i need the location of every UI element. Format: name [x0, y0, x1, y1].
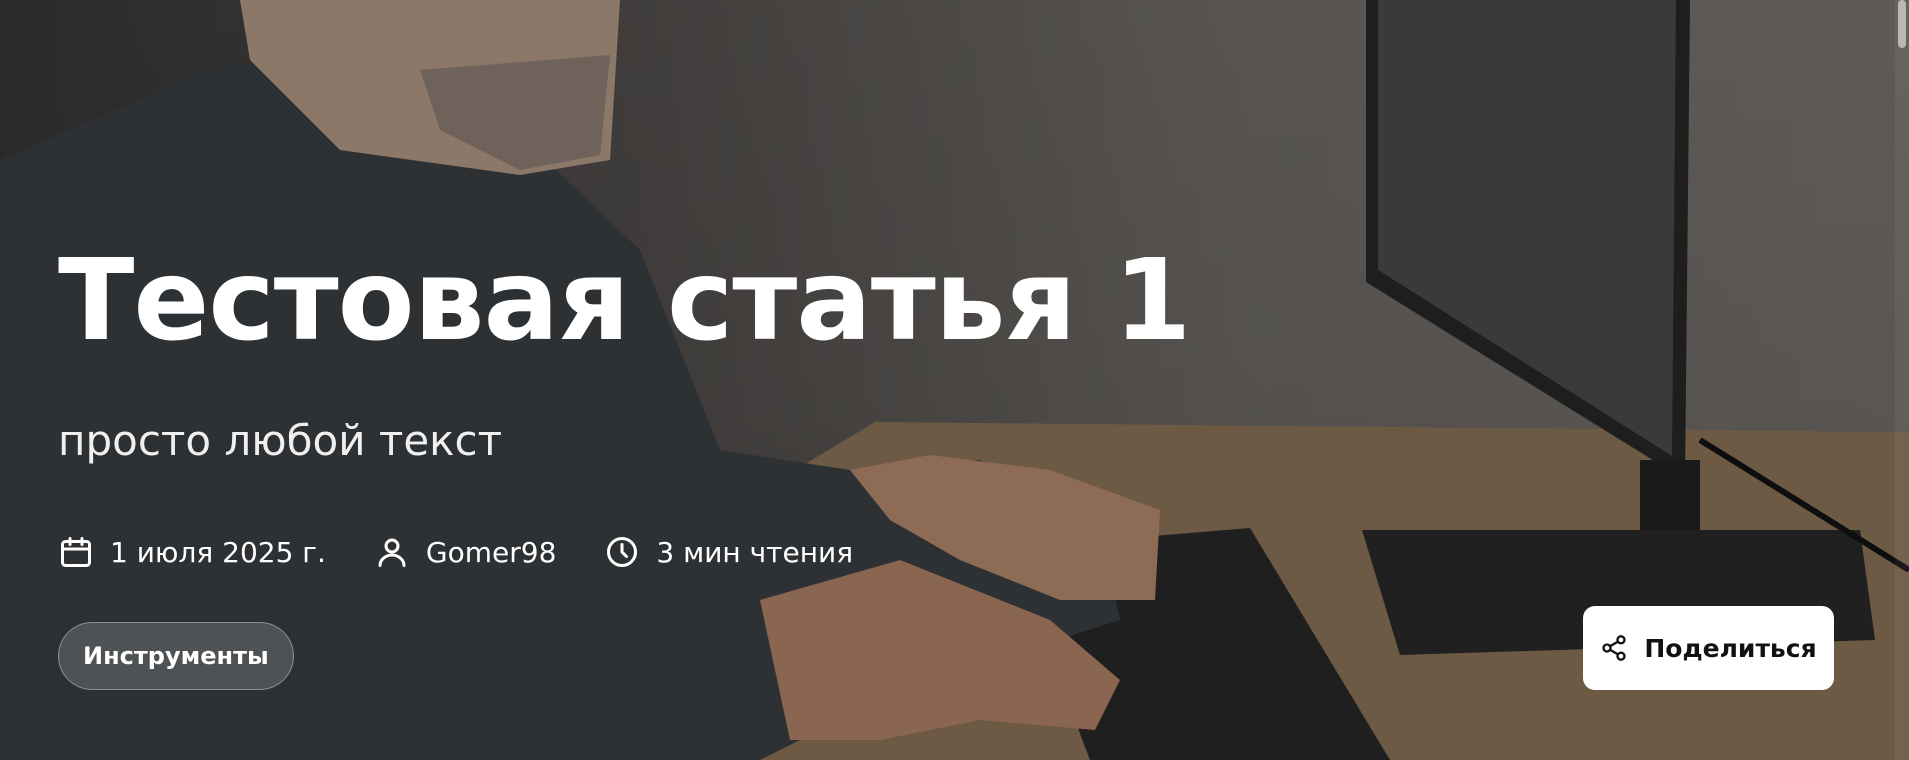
share-button-label: Поделиться	[1644, 633, 1817, 663]
scrollbar-thumb[interactable]	[1898, 0, 1906, 48]
meta-read-time: 3 мин чтения	[604, 534, 853, 570]
share-icon	[1602, 635, 1627, 661]
article-subtitle: просто любой текст	[58, 416, 503, 465]
meta-date-text: 1 июля 2025 г.	[110, 535, 326, 569]
meta-author-text: Gomer98	[425, 535, 557, 569]
meta-author: Gomer98	[374, 534, 556, 570]
share-button[interactable]: Поделиться	[1583, 606, 1834, 690]
meta-read-time-text: 3 мин чтения	[656, 535, 854, 569]
tag-instruments[interactable]: Инструменты	[58, 622, 294, 690]
user-icon	[378, 538, 406, 567]
page-scrollbar[interactable]	[1895, 0, 1909, 760]
clock-icon	[607, 537, 638, 567]
article-title: Тестовая статья 1	[58, 236, 1191, 366]
calendar-icon	[61, 537, 91, 567]
meta-date: 1 июля 2025 г.	[58, 534, 326, 570]
article-meta: 1 июля 2025 г. Gomer98 3 мин чтения	[58, 534, 901, 570]
